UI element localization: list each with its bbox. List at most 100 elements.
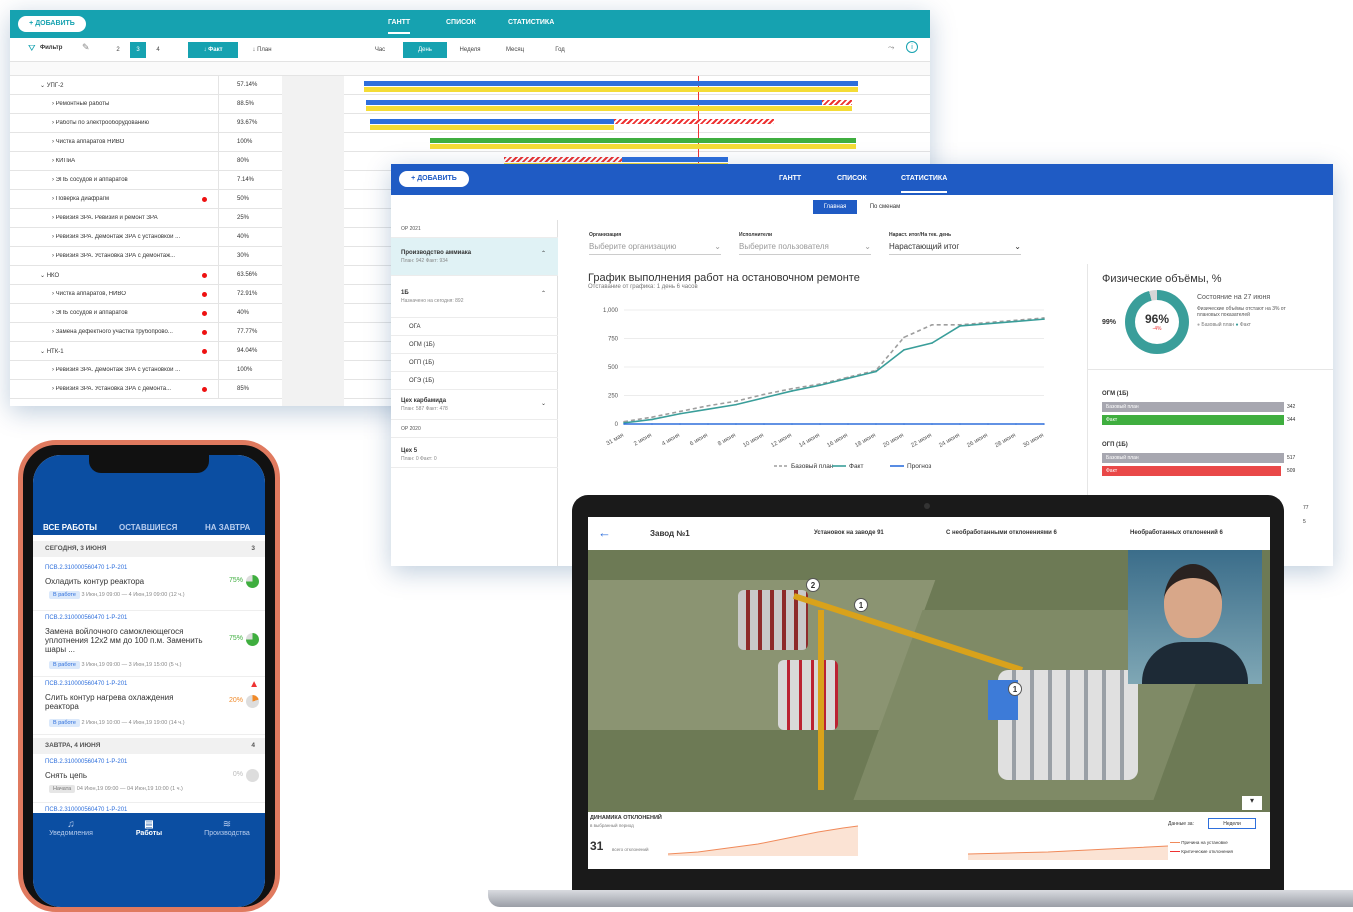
task-dates: 04 Июн,19 09:00 — 04 Июн,19 10:00 (1 ч.) [76, 786, 183, 792]
executor-select[interactable]: Исполнители Выберите пользователя ⌄ [739, 232, 871, 255]
phone-task-3[interactable]: ПСВ.2.310000560470 1-Р-201 Слить контур … [33, 679, 265, 735]
org-select[interactable]: Организация Выберите организацию ⌄ [589, 232, 721, 255]
subitem[interactable]: ОГП (1Б) [391, 354, 558, 372]
scale-week[interactable]: Неделя [450, 42, 490, 58]
tab-list[interactable]: СПИСОК [446, 19, 476, 26]
subtab-main[interactable]: Главная [813, 200, 857, 214]
stats-tab-statistics[interactable]: СТАТИСТИКА [901, 175, 948, 193]
period-select[interactable]: Недели [1208, 818, 1256, 829]
phone-task-1[interactable]: ПСВ.2.310000560470 1-Р-201 Охладить конт… [33, 563, 265, 611]
collapse-chevron-icon[interactable]: ▾ [1242, 796, 1262, 810]
subitem[interactable]: ОГМ (1Б) [391, 336, 558, 354]
y-tick-label: 750 [608, 337, 619, 343]
stats-add-button[interactable]: + ДОБАВИТЬ [399, 171, 469, 187]
row-percent: 30% [218, 247, 282, 266]
deviation-sparkline-left [668, 825, 858, 856]
chevron-down-icon[interactable]: ⌄ [40, 273, 47, 279]
nav-production[interactable]: ≋ Производства [195, 819, 259, 837]
level-3[interactable]: 3 [130, 42, 146, 58]
scale-year[interactable]: Год [540, 42, 580, 58]
series-point-1 [707, 408, 709, 410]
bar-clean-fact [430, 144, 856, 149]
item-1b[interactable]: 1Б Назначено на сегодня: 892 ⌃ [391, 276, 558, 318]
section-label: ОР 2020 [401, 426, 421, 432]
level-2[interactable]: 2 [110, 42, 126, 58]
row-percent: 77.77% [218, 323, 282, 342]
marker-1b[interactable]: 1 [1008, 682, 1022, 696]
row-name: ⌄ НКО [40, 272, 180, 279]
item-ammonia[interactable]: Производство аммиака План: 942 Факт: 934… [391, 238, 558, 276]
scale-month[interactable]: Месяц [495, 42, 535, 58]
phone-tab-all[interactable]: ВСЕ РАБОТЫ [43, 523, 97, 538]
toggle-icon[interactable]: ⤳ [888, 43, 894, 53]
scale-hour[interactable]: Час [362, 42, 398, 58]
plant-3d-scene[interactable]: 2 1 1 ▾ [588, 550, 1270, 812]
chevron-up-icon[interactable]: ⌃ [541, 290, 546, 297]
series-point-1 [903, 349, 905, 351]
donut: 96% -4% [1125, 290, 1189, 354]
status-badge: В работе [49, 719, 80, 727]
alert-dot-icon [202, 292, 207, 297]
series-point-2 [735, 423, 737, 425]
item-ceh5[interactable]: Цех 5 План: 0 Факт: 0 [391, 438, 558, 468]
phone-tab-remaining[interactable]: ОСТАВШИЕСЯ [119, 523, 177, 532]
chevron-down-icon[interactable]: ⌄ [541, 400, 546, 407]
hbar-group-ogm: ОГМ (1Б) [1102, 391, 1129, 397]
item-carbamide[interactable]: Цех карбамида План: 587 Факт: 478 ⌄ [391, 390, 558, 420]
chevron-down-icon: ⌄ [714, 242, 721, 251]
series-point-1 [987, 322, 989, 325]
hbars-divider [1087, 369, 1333, 370]
nav-works[interactable]: ▤ Работы [119, 819, 179, 837]
phone-notch [89, 455, 209, 473]
subitem[interactable]: ОГА [391, 318, 558, 336]
gantt-add-button[interactable]: + ДОБАВИТЬ [18, 16, 86, 32]
chevron-up-icon[interactable]: ⌃ [541, 250, 546, 257]
hbar-ogm-plan: Базовый план [1102, 402, 1284, 412]
row-label: КИПиА [55, 158, 76, 164]
series-point-1 [763, 396, 765, 399]
chevron-down-icon[interactable]: ⌄ [40, 349, 47, 355]
bar-repair-hatch [822, 100, 852, 105]
nav-notifications[interactable]: ♫ Уведомления [41, 819, 101, 837]
x-tick-label: 4 июня [661, 433, 681, 448]
marker-1a[interactable]: 1 [854, 598, 868, 612]
row-name: › Ревизия ЗРА. Ревизия и ремонт ЗРА [52, 215, 192, 221]
level-4[interactable]: 4 [150, 42, 166, 58]
task-percent: 75% [228, 635, 243, 642]
broom-icon[interactable]: ✎ [82, 42, 90, 53]
y-tick-label: 0 [615, 422, 619, 428]
hbar-ogp-plan-value: 517 [1287, 455, 1296, 461]
phone-tab-tomorrow[interactable]: НА ЗАВТРА [205, 523, 250, 532]
subtab-shifts[interactable]: По сменам [859, 200, 911, 214]
alert-dot-icon [202, 387, 207, 392]
task-dates: 2 Июн,19 10:00 — 4 Июн,19 19:00 (14 ч.) [81, 720, 185, 726]
total-select[interactable]: Нараст. итог/На тек. день Нарастающий ит… [889, 232, 1021, 255]
series-point-2 [959, 423, 961, 425]
row-name: › Ревизия ЗРА. Демонтаж ЗРА с установкой… [52, 367, 192, 373]
plan-button[interactable]: ↓ План [242, 42, 282, 58]
row-percent: 50% [218, 190, 282, 209]
stats-tab-gantt[interactable]: ГАНТТ [779, 175, 801, 182]
tank-cluster-2 [778, 660, 838, 730]
scale-day[interactable]: День [403, 42, 447, 58]
info-icon[interactable]: i [906, 41, 918, 53]
plant-header: ← Завод №1 Установок на заводе 91 С необ… [588, 517, 1270, 550]
marker-2[interactable]: 2 [806, 578, 820, 592]
phone-task-2[interactable]: ПСВ.2.310000560470 1-Р-201 Замена войлоч… [33, 613, 265, 677]
filter-icon[interactable]: ⛛ [28, 43, 36, 54]
series-point-1 [875, 370, 877, 373]
phys-state: Состояние на 27 июня [1197, 294, 1271, 301]
stats-tab-list[interactable]: СПИСОК [837, 175, 867, 182]
back-arrow-icon[interactable]: ← [598, 525, 611, 540]
series-point-1 [651, 418, 653, 421]
series-point-2 [791, 423, 793, 425]
fact-button[interactable]: ↓ Факт [188, 42, 238, 58]
tab-statistics[interactable]: СТАТИСТИКА [508, 19, 554, 26]
filter-label[interactable]: Фильтр [40, 45, 62, 51]
subitem[interactable]: ОГЭ (1Б) [391, 372, 558, 390]
chevron-down-icon[interactable]: ⌄ [40, 83, 47, 89]
bar-upg2-plan [364, 81, 858, 86]
tab-gantt[interactable]: ГАНТТ [388, 19, 411, 34]
phone-task-4[interactable]: ПСВ.2.310000560470 1-Р-201 Снять цепь На… [33, 757, 265, 803]
select-value-text: Нарастающий итог [889, 242, 960, 251]
